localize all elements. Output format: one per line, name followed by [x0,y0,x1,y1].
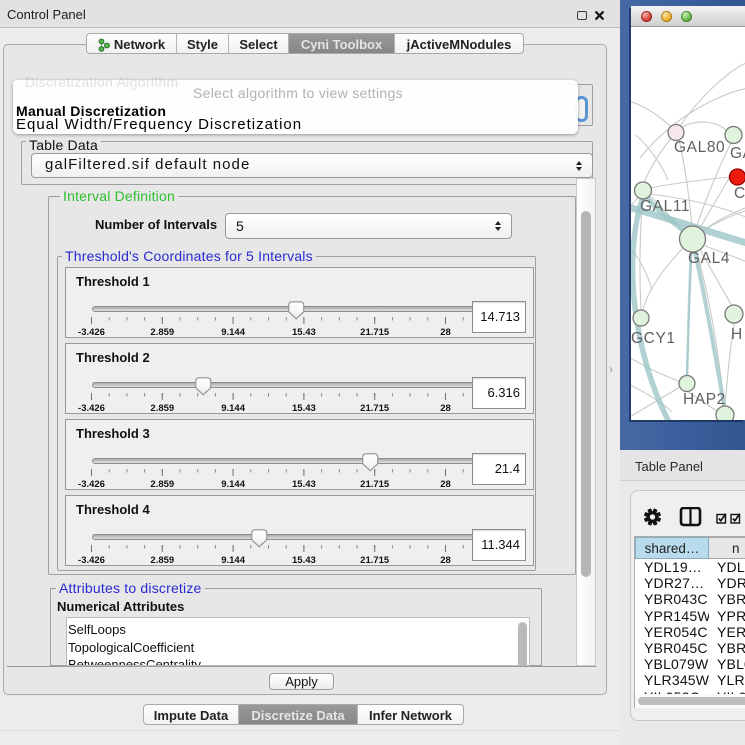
svg-text:C: C [734,185,745,202]
svg-text:GAL80: GAL80 [674,139,725,156]
svg-text:GAL11: GAL11 [640,198,690,215]
svg-text:GAL4: GAL4 [688,250,730,267]
svg-text:H: H [731,326,743,343]
svg-text:GCY1: GCY1 [631,330,676,347]
svg-text:HAP2: HAP2 [683,391,726,408]
svg-text:GA: GA [730,145,745,162]
